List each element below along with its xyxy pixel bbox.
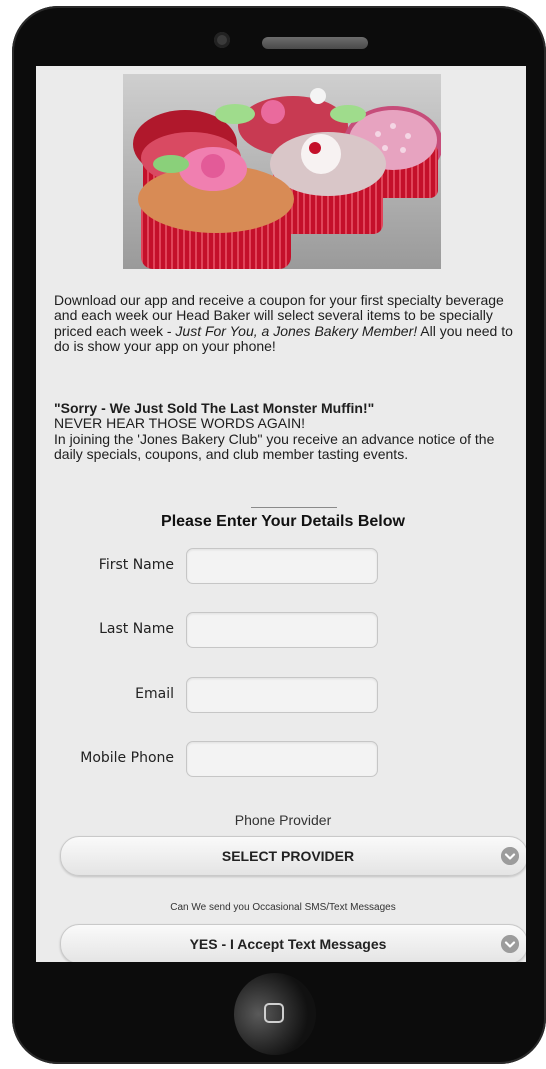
- promo-line-3: In joining the 'Jones Bakery Club" you r…: [54, 430, 495, 463]
- first-name-row: First Name: [36, 548, 526, 586]
- camera-icon: [214, 32, 230, 48]
- first-name-label: First Name: [98, 557, 174, 573]
- mobile-phone-input[interactable]: [186, 741, 378, 777]
- form-title: Please Enter Your Details Below: [161, 513, 405, 530]
- home-button-icon[interactable]: [234, 973, 316, 1055]
- speaker-icon: [262, 37, 368, 49]
- email-input[interactable]: [186, 677, 378, 713]
- intro-text-emphasis: Just For You, a Jones Bakery Member!: [175, 322, 418, 339]
- last-name-input[interactable]: [186, 612, 378, 648]
- phone-provider-label: Phone Provider: [234, 812, 332, 828]
- app-screen: Download our app and receive a coupon fo…: [36, 66, 526, 962]
- promo-line-2: NEVER HEAR THOSE WORDS AGAIN!: [54, 415, 306, 432]
- chevron-down-icon: [501, 935, 519, 953]
- sms-opt-in-label: Can We send you Occasional SMS/Text Mess…: [170, 902, 396, 913]
- chevron-down-icon: [501, 847, 519, 865]
- email-row: Email: [36, 677, 526, 715]
- home-square-icon: [264, 1003, 284, 1023]
- sms-opt-in-select-value: YES - I Accept Text Messages: [189, 936, 387, 952]
- last-name-row: Last Name: [36, 612, 526, 650]
- last-name-label: Last Name: [99, 621, 174, 637]
- first-name-input[interactable]: [186, 548, 378, 584]
- divider: [251, 507, 337, 508]
- email-label: Email: [135, 686, 174, 702]
- sms-opt-in-select[interactable]: YES - I Accept Text Messages: [60, 924, 526, 962]
- phone-provider-select[interactable]: SELECT PROVIDER: [60, 836, 526, 876]
- intro-paragraph: Download our app and receive a coupon fo…: [54, 292, 516, 355]
- promo-block: "Sorry - We Just Sold The Last Monster M…: [54, 400, 516, 463]
- promo-headline: "Sorry - We Just Sold The Last Monster M…: [54, 400, 375, 416]
- mobile-phone-label: Mobile Phone: [80, 750, 174, 766]
- phone-provider-select-value: SELECT PROVIDER: [221, 848, 355, 864]
- phone-frame: Download our app and receive a coupon fo…: [12, 6, 546, 1064]
- mobile-phone-row: Mobile Phone: [36, 741, 526, 779]
- cupcakes-image: [123, 74, 441, 269]
